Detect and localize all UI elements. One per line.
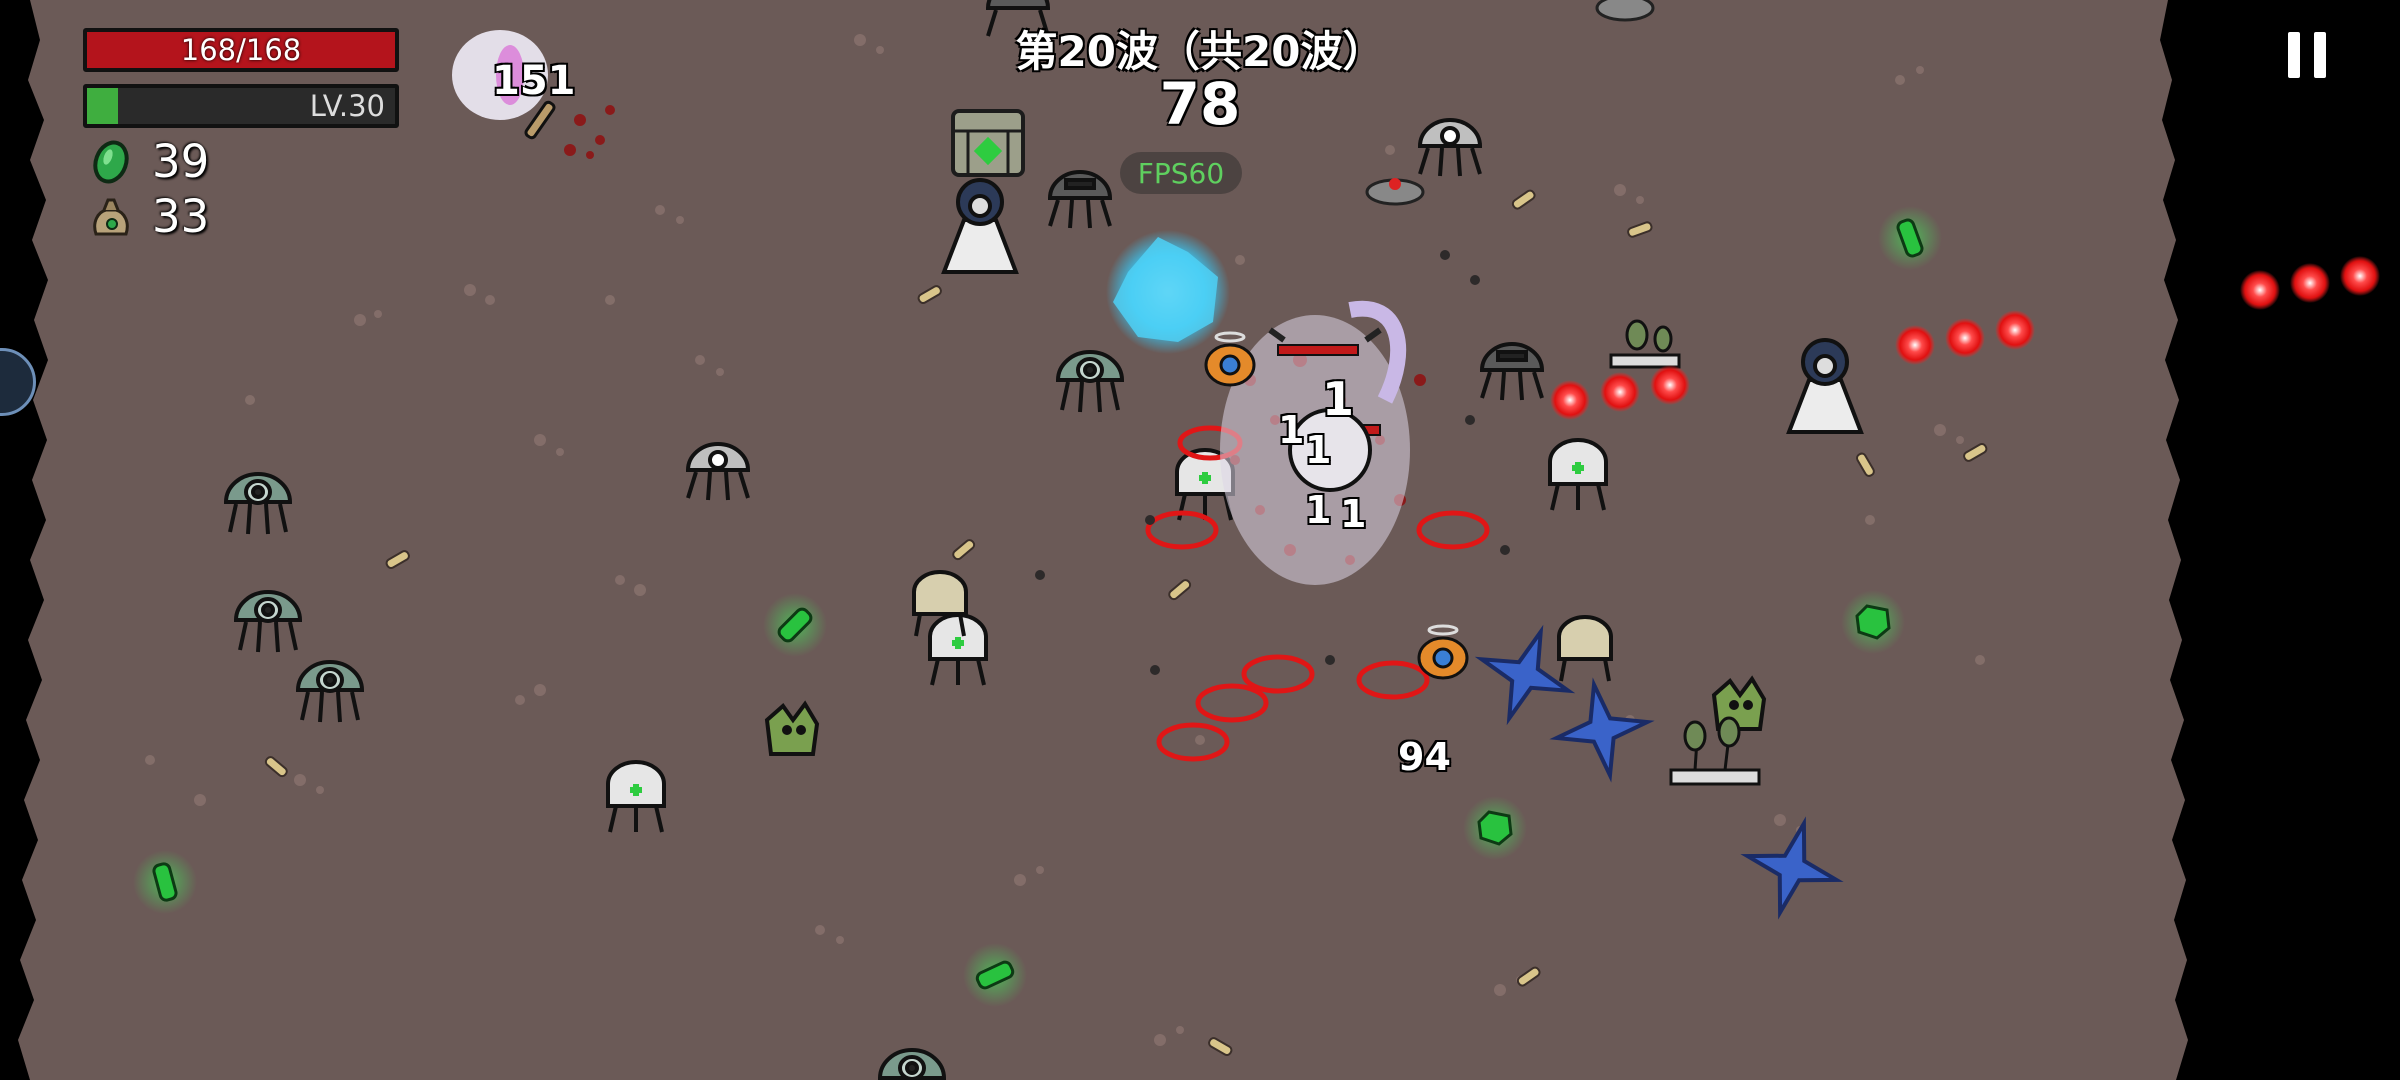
level-text: LV.30 xyxy=(309,89,385,123)
bag-count: 33 xyxy=(152,190,210,243)
pause-icon xyxy=(2280,24,2336,86)
bag-icon xyxy=(93,198,129,235)
damage-number: 94 xyxy=(1398,735,1451,779)
arena-ground xyxy=(18,0,2188,1080)
health-bar: 168/168 xyxy=(83,28,399,72)
damage-number: 151 xyxy=(492,58,576,104)
damage-number: 1 xyxy=(1322,372,1355,426)
experience-fill xyxy=(87,88,118,124)
game-screen: 151 1 1 1 1 1 94 168/168 LV.30 39 33 第20… xyxy=(0,0,2400,1080)
bag-counter: 33 xyxy=(88,190,209,243)
health-text: 168/168 xyxy=(180,33,302,67)
wave-timer: 78 xyxy=(1159,70,1241,138)
damage-number: 1 xyxy=(1305,488,1332,532)
damage-number: 1 xyxy=(1305,428,1332,472)
fps-counter: FPS60 xyxy=(1120,152,1242,194)
ice-burst-effect xyxy=(1106,230,1230,354)
materials-counter: 39 xyxy=(88,135,209,188)
loot-crate xyxy=(951,109,1025,177)
damage-number: 1 xyxy=(1340,492,1367,536)
materials-count: 39 xyxy=(152,135,210,188)
material-icon xyxy=(93,140,129,183)
experience-bar: LV.30 xyxy=(83,84,399,128)
damage-number: 1 xyxy=(1278,408,1305,452)
pause-button[interactable] xyxy=(2280,24,2336,86)
